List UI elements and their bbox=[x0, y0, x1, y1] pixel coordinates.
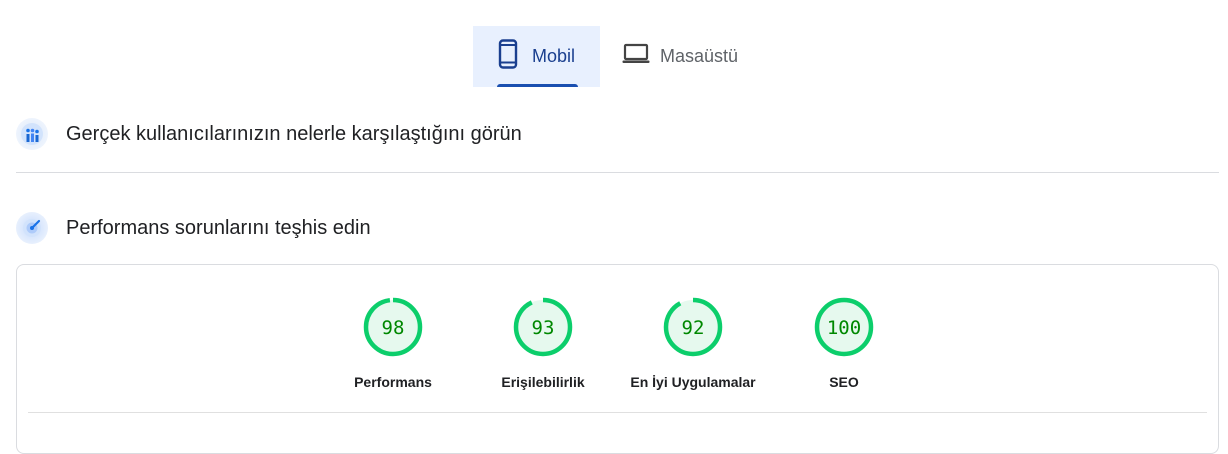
score-label: Performans bbox=[354, 374, 432, 390]
score-ring: 98 bbox=[363, 297, 423, 357]
phone-icon bbox=[498, 39, 518, 74]
score-ring: 100 bbox=[814, 297, 874, 357]
score-ring: 93 bbox=[513, 297, 573, 357]
score-label: Erişilebilirlik bbox=[501, 374, 585, 390]
field-data-icon bbox=[16, 118, 48, 150]
tab-desktop[interactable]: Masaüstü bbox=[600, 26, 738, 87]
scores-card: 98 Performans 93 Erişilebilirlik 92 En İyi Uy… bbox=[16, 264, 1219, 454]
score-label: En İyi Uygulamalar bbox=[630, 374, 756, 390]
section-divider bbox=[16, 172, 1219, 173]
score-label: SEO bbox=[829, 374, 859, 390]
card-divider bbox=[28, 412, 1207, 413]
score-value: 98 bbox=[382, 317, 405, 339]
lab-data-icon bbox=[16, 212, 48, 244]
laptop-icon bbox=[622, 43, 650, 70]
tab-mobile-label: Mobil bbox=[532, 46, 576, 66]
field-data-section[interactable]: Gerçek kullanıcılarınızın nelerle karşıl… bbox=[16, 118, 522, 150]
device-tabs: Mobil Masaüstü bbox=[473, 26, 738, 87]
score-value: 100 bbox=[827, 317, 861, 339]
score-gauge-best-practices[interactable]: 92 En İyi Uygulamalar bbox=[613, 295, 773, 390]
score-gauge-accessibility[interactable]: 93 Erişilebilirlik bbox=[463, 295, 623, 390]
score-ring: 92 bbox=[663, 297, 723, 357]
diagnose-title: Performans sorunlarını teşhis edin bbox=[66, 216, 371, 239]
tab-mobile[interactable]: Mobil bbox=[473, 26, 600, 87]
field-data-title: Gerçek kullanıcılarınızın nelerle karşıl… bbox=[66, 122, 522, 145]
score-value: 93 bbox=[532, 317, 555, 339]
diagnose-section[interactable]: Performans sorunlarını teşhis edin bbox=[16, 212, 371, 244]
score-gauge-seo[interactable]: 100 SEO bbox=[764, 295, 924, 390]
score-value: 92 bbox=[682, 317, 705, 339]
score-gauge-performance[interactable]: 98 Performans bbox=[313, 295, 473, 390]
tab-desktop-label: Masaüstü bbox=[660, 46, 739, 66]
